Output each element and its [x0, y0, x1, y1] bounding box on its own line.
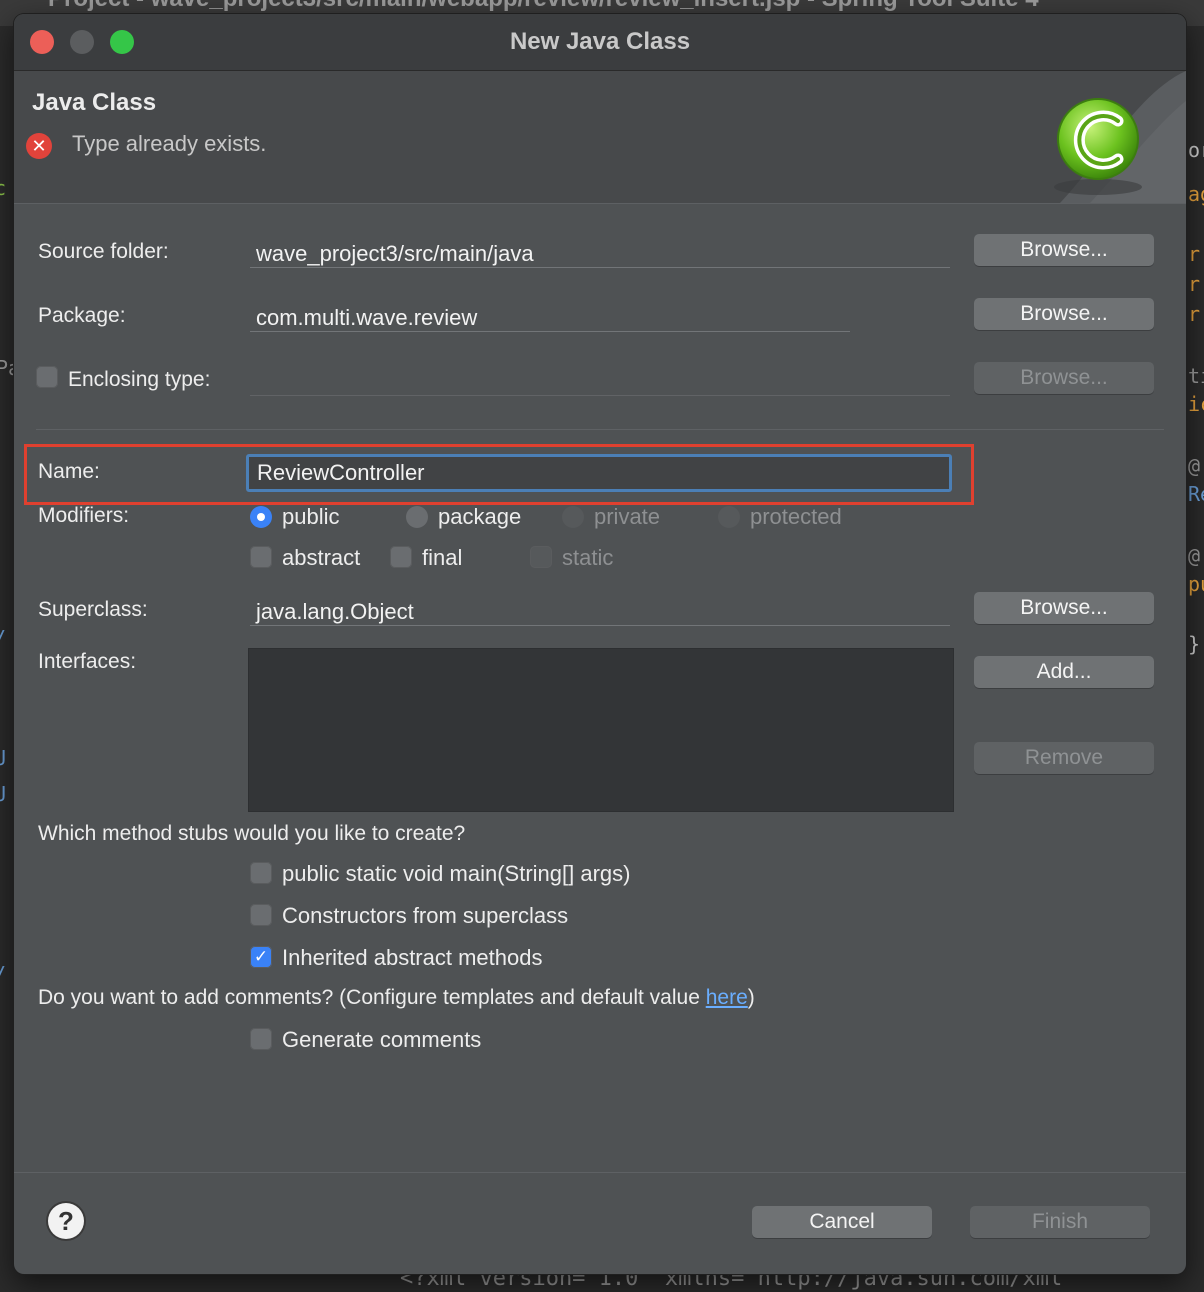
modifier-private-radio: [562, 506, 584, 528]
modifier-static-label: static: [562, 545, 614, 570]
maximize-window-button[interactable]: [110, 30, 134, 54]
modifier-static-checkbox: [530, 546, 552, 568]
dialog-header: Java Class ✕ Type already exists.: [14, 71, 1186, 204]
modifier-public-radio[interactable]: [250, 506, 272, 528]
minimize-window-button[interactable]: [70, 30, 94, 54]
java-class-wizard-icon: [1020, 71, 1186, 203]
error-icon: ✕: [26, 133, 52, 159]
stub-constructors-checkbox[interactable]: [250, 904, 272, 926]
enclosing-type-browse-button: Browse...: [974, 362, 1154, 394]
stub-inherited-label: Inherited abstract methods: [282, 945, 543, 970]
package-browse-button[interactable]: Browse...: [974, 298, 1154, 330]
modifier-abstract-label: abstract: [282, 545, 361, 570]
interfaces-add-button[interactable]: Add...: [974, 656, 1154, 688]
separator: [36, 429, 1164, 430]
dialog-title: New Java Class: [509, 28, 691, 55]
stub-constructors-label: Constructors from superclass: [282, 903, 569, 928]
source-folder-label: Source folder:: [38, 240, 169, 263]
enclosing-type-checkbox[interactable]: [36, 366, 58, 388]
close-window-button[interactable]: [30, 30, 54, 54]
enclosing-type-field: [250, 366, 950, 396]
new-java-class-dialog: New Java Class Java Class ✕ Type already…: [14, 14, 1186, 1274]
ide-editor-bottom: <?xml version="1.0" xmlns="http://java.s…: [0, 1266, 1204, 1292]
modifiers-label: Modifiers:: [38, 504, 130, 527]
generate-comments-checkbox[interactable]: [250, 1028, 272, 1050]
footer-separator: [14, 1172, 1186, 1173]
modifier-protected-label: protected: [750, 504, 842, 529]
modifier-package-radio[interactable]: [406, 506, 428, 528]
name-highlight-box: [24, 444, 974, 505]
comments-question-text: Do you want to add comments? (Configure …: [38, 986, 706, 1009]
ide-editor-left: c Pa / U U /: [0, 26, 20, 1292]
configure-templates-link[interactable]: here: [706, 986, 748, 1009]
header-title: Java Class: [32, 89, 157, 116]
modifier-final-checkbox[interactable]: [390, 546, 412, 568]
help-icon[interactable]: ?: [48, 1203, 84, 1239]
interfaces-remove-button: Remove: [974, 742, 1154, 774]
modifier-protected-radio: [718, 506, 740, 528]
interfaces-list[interactable]: [248, 648, 954, 812]
error-message: Type already exists.: [72, 131, 267, 156]
ide-editor-right: or ag r r r ti ic @ Re @ pu }: [1186, 26, 1204, 1292]
dialog-titlebar: New Java Class: [14, 14, 1186, 71]
interfaces-label: Interfaces:: [38, 650, 137, 673]
comments-question: Do you want to add comments? (Configure …: [38, 986, 755, 1010]
cancel-button[interactable]: Cancel: [752, 1206, 932, 1238]
stubs-question: Which method stubs would you like to cre…: [38, 822, 466, 845]
modifier-public-label: public: [282, 504, 340, 529]
modifier-private-label: private: [594, 504, 661, 529]
superclass-field[interactable]: java.lang.Object: [250, 596, 950, 626]
superclass-label: Superclass:: [38, 598, 148, 621]
comments-question-suffix: ): [747, 986, 755, 1009]
finish-button: Finish: [970, 1206, 1150, 1238]
enclosing-type-label: Enclosing type:: [68, 368, 211, 391]
source-folder-field[interactable]: wave_project3/src/main/java: [250, 238, 950, 268]
package-label: Package:: [38, 304, 126, 327]
stub-main-label: public static void main(String[] args): [282, 861, 631, 886]
superclass-browse-button[interactable]: Browse...: [974, 592, 1154, 624]
modifier-abstract-checkbox[interactable]: [250, 546, 272, 568]
modifier-final-label: final: [422, 545, 463, 570]
source-folder-browse-button[interactable]: Browse...: [974, 234, 1154, 266]
modifier-package-label: package: [438, 504, 522, 529]
stub-main-checkbox[interactable]: [250, 862, 272, 884]
stub-inherited-checkbox[interactable]: ✓: [250, 946, 272, 968]
generate-comments-label: Generate comments: [282, 1027, 482, 1052]
package-field[interactable]: com.multi.wave.review: [250, 302, 850, 332]
